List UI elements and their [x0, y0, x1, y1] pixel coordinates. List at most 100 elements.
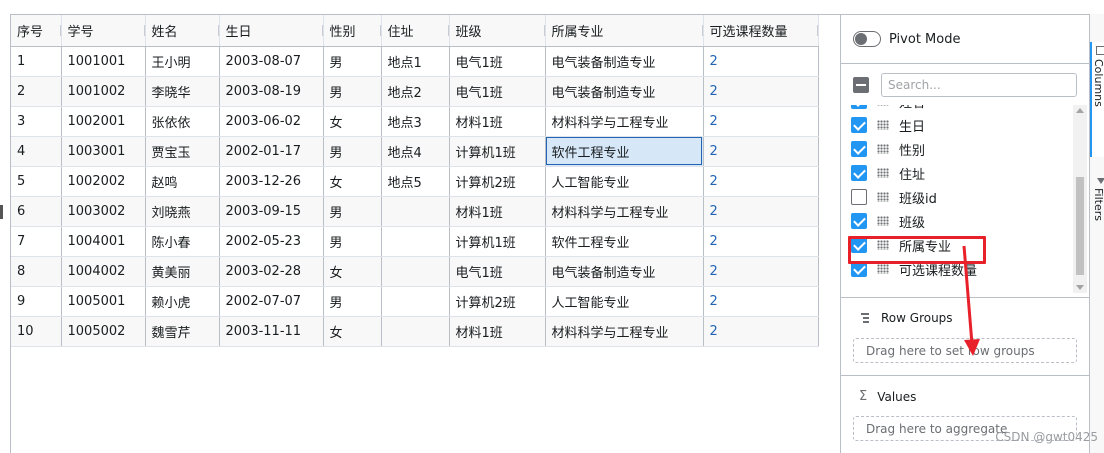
table-cell[interactable]: 男 [323, 196, 382, 227]
column-header[interactable]: 所属专业 [545, 15, 704, 47]
column-checkbox[interactable] [851, 189, 867, 205]
table-row[interactable]: 2 1001002 李晓华 2003-08-19 男地点2 电气1班 电气装备制造专业 2 [11, 76, 819, 107]
table-cell[interactable]: 计算机2班 [449, 166, 546, 197]
column-resize-handle[interactable] [816, 25, 817, 36]
column-list-item[interactable]: 性别 [851, 137, 925, 161]
column-list-item[interactable]: 班级 [851, 209, 925, 233]
table-cell[interactable]: 材料1班 [449, 316, 546, 347]
table-cell[interactable]: 材料科学与工程专业 [545, 106, 704, 137]
table-cell[interactable]: 10 [11, 316, 62, 347]
column-checkbox[interactable] [851, 105, 867, 109]
drag-handle-icon[interactable] [877, 144, 889, 154]
table-cell[interactable]: 8 [11, 256, 62, 287]
table-cell[interactable]: 地点1 [381, 46, 450, 77]
table-cell[interactable]: 2003-08-19 [219, 76, 324, 107]
scrollbar-thumb[interactable] [1076, 177, 1084, 275]
column-header[interactable]: 学号 [61, 15, 146, 47]
column-list-item[interactable]: 姓名 [851, 105, 925, 113]
table-cell[interactable]: 2003-08-07 [219, 46, 324, 77]
drag-handle-icon[interactable] [877, 120, 889, 130]
table-cell[interactable]: 2 [703, 226, 819, 257]
table-cell[interactable]: 软件工程专业 [545, 226, 704, 257]
column-list-item[interactable]: 住址 [851, 161, 925, 185]
table-cell[interactable]: 黄美丽 [145, 256, 220, 287]
table-cell[interactable]: 2002-01-17 [219, 136, 324, 167]
column-checkbox[interactable] [851, 165, 867, 181]
table-cell[interactable]: 地点2 [381, 76, 450, 107]
drag-handle-icon[interactable] [877, 105, 889, 106]
pivot-mode-row[interactable]: Pivot Mode [853, 29, 960, 49]
table-row[interactable]: 3 1002001 张依依 2003-06-02 女地点3 材料1班 材料科学与工程专业 2 [11, 106, 819, 137]
column-checkbox[interactable] [851, 213, 867, 229]
table-cell[interactable]: 2003-06-02 [219, 106, 324, 137]
table-row[interactable]: 5 1002002 赵鸣 2003-12-26 女地点5 计算机2班 人工智能专业 2 [11, 166, 819, 197]
scroll-down-arrow-icon[interactable] [1076, 285, 1084, 290]
table-cell[interactable]: 1003002 [61, 196, 146, 227]
table-cell[interactable]: 2 [703, 256, 819, 287]
pivot-mode-toggle[interactable] [853, 31, 881, 47]
table-cell[interactable]: 4 [11, 136, 62, 167]
column-header[interactable]: 班级 [449, 15, 546, 47]
table-cell[interactable] [381, 286, 450, 317]
table-cell[interactable]: 刘晓燕 [145, 196, 220, 227]
table-cell[interactable]: 1 [11, 46, 62, 77]
column-header[interactable]: 性别 [323, 15, 382, 47]
table-cell[interactable] [381, 226, 450, 257]
table-cell[interactable]: 男 [323, 136, 382, 167]
table-cell[interactable]: 电气装备制造专业 [545, 46, 704, 77]
table-row[interactable]: 6 1003002 刘晓燕 2003-09-15 男 材料1班 材料科学与工程专业 2 [11, 196, 819, 227]
table-cell[interactable]: 1001001 [61, 46, 146, 77]
table-cell[interactable]: 材料1班 [449, 196, 546, 227]
column-list-scrollbar[interactable] [1073, 105, 1087, 293]
drag-handle-icon[interactable] [877, 264, 889, 274]
table-cell[interactable]: 2 [11, 76, 62, 107]
table-cell[interactable]: 5 [11, 166, 62, 197]
table-cell[interactable]: 张依依 [145, 106, 220, 137]
table-cell[interactable]: 计算机1班 [449, 136, 546, 167]
column-checkbox[interactable] [851, 141, 867, 157]
column-header[interactable]: 住址 [381, 15, 450, 47]
table-cell[interactable]: 7 [11, 226, 62, 257]
table-cell[interactable]: 男 [323, 226, 382, 257]
table-cell[interactable]: 电气装备制造专业 [545, 256, 704, 287]
table-cell[interactable] [381, 256, 450, 287]
table-row[interactable]: 10 1005002 魏雪芹 2003-11-11 女 材料1班 材料科学与工程专业 2 [11, 316, 819, 347]
tab-filters[interactable]: Filters [1090, 174, 1104, 234]
table-cell[interactable]: 2003-12-26 [219, 166, 324, 197]
table-cell[interactable]: 地点5 [381, 166, 450, 197]
table-cell[interactable]: 2 [703, 196, 819, 227]
table-row[interactable]: 9 1005001 赖小虎 2002-07-07 男 计算机2班 人工智能专业 2 [11, 286, 819, 317]
table-cell[interactable]: 1005001 [61, 286, 146, 317]
table-cell[interactable]: 2 [703, 286, 819, 317]
table-cell[interactable]: 材料1班 [449, 106, 546, 137]
table-cell[interactable]: 赵鸣 [145, 166, 220, 197]
table-cell[interactable]: 计算机2班 [449, 286, 546, 317]
table-cell[interactable]: 1004002 [61, 256, 146, 287]
table-cell[interactable] [381, 316, 450, 347]
table-cell[interactable]: 计算机1班 [449, 226, 546, 257]
column-checkbox[interactable] [851, 117, 867, 133]
column-list-item[interactable]: 生日 [851, 113, 925, 137]
table-row[interactable]: 7 1004001 陈小春 2002-05-23 男 计算机1班 软件工程专业 2 [11, 226, 819, 257]
table-cell[interactable]: 1002001 [61, 106, 146, 137]
column-search-input[interactable] [881, 73, 1077, 97]
table-cell[interactable]: 魏雪芹 [145, 316, 220, 347]
table-cell[interactable]: 女 [323, 166, 382, 197]
table-cell[interactable]: 2 [703, 316, 819, 347]
table-cell[interactable]: 2003-11-11 [219, 316, 324, 347]
table-cell[interactable]: 2 [703, 106, 819, 137]
table-cell[interactable]: 男 [323, 286, 382, 317]
table-cell[interactable]: 9 [11, 286, 62, 317]
table-cell[interactable]: 2 [703, 166, 819, 197]
table-cell[interactable]: 2 [703, 46, 819, 77]
table-cell[interactable]: 1001002 [61, 76, 146, 107]
drag-handle-icon[interactable] [877, 168, 889, 178]
table-cell[interactable]: 赖小虎 [145, 286, 220, 317]
column-header[interactable]: 序号 [11, 15, 62, 47]
drag-handle-icon[interactable] [877, 216, 889, 226]
table-cell[interactable]: 女 [323, 316, 382, 347]
table-cell[interactable]: 1003001 [61, 136, 146, 167]
table-cell[interactable]: 材料科学与工程专业 [545, 316, 704, 347]
table-cell[interactable]: 2 [703, 136, 819, 167]
table-cell[interactable]: 材料科学与工程专业 [545, 196, 704, 227]
